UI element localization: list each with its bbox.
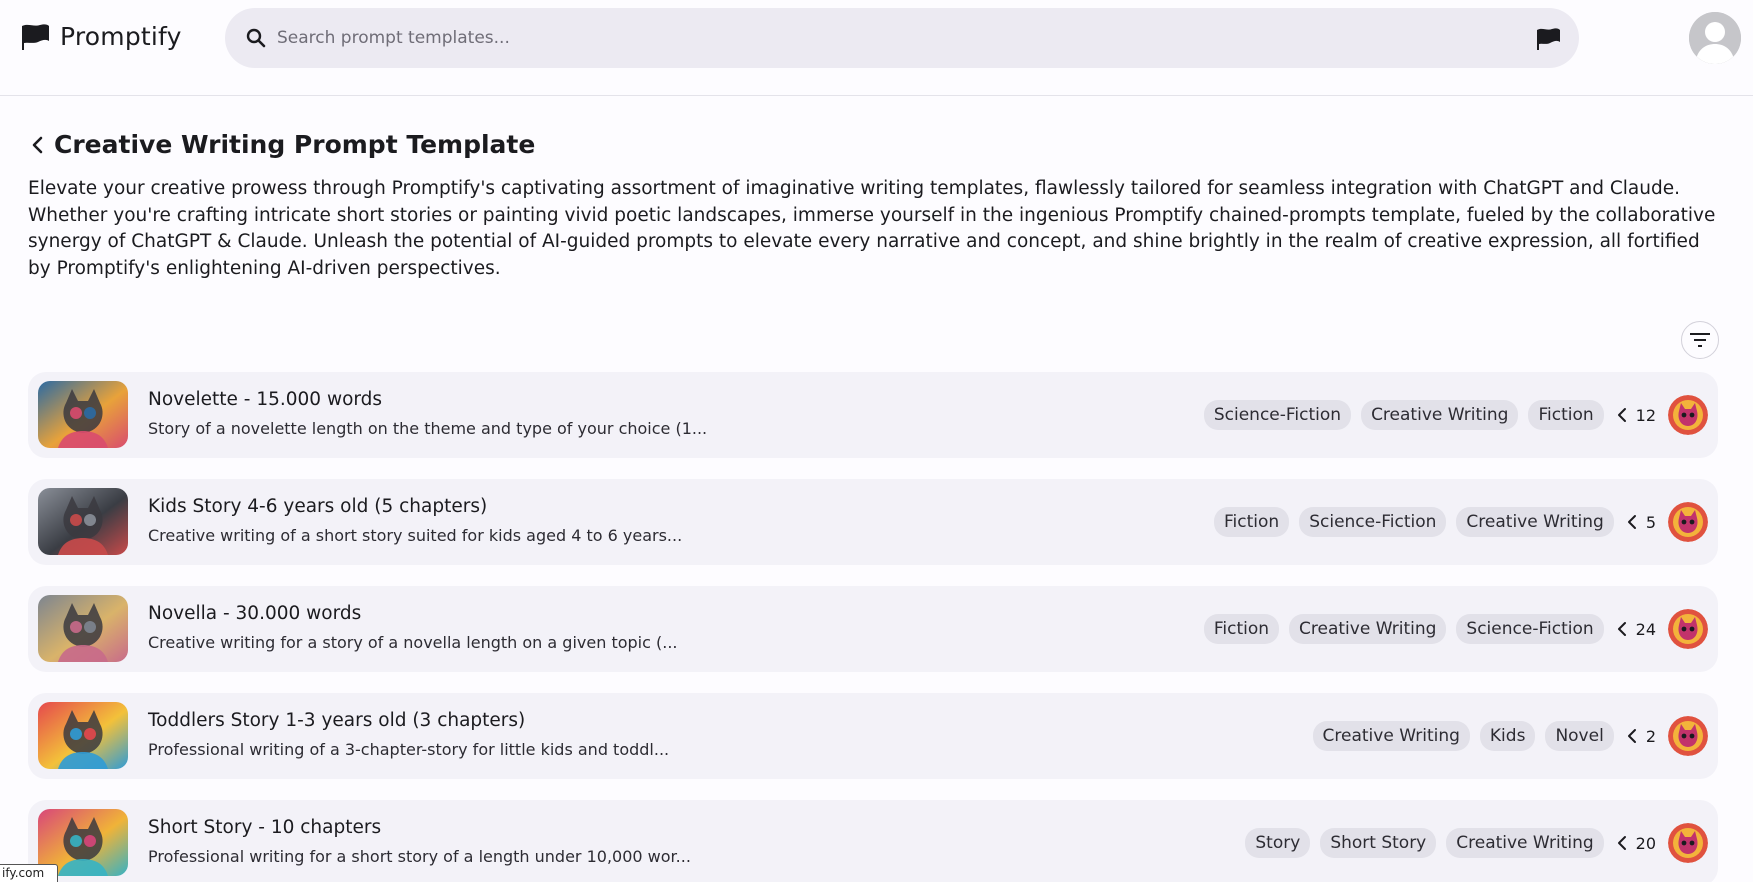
template-card[interactable]: Short Story - 10 chapters Professional w… [28, 800, 1718, 882]
page-title: Creative Writing Prompt Template [54, 130, 536, 159]
count-value: 24 [1635, 619, 1656, 639]
template-description: Creative writing for a story of a novell… [148, 633, 678, 652]
template-meta: Science-Fiction Creative Writing Fiction 1… [1203, 372, 1708, 458]
promptify-flag-icon[interactable] [1535, 27, 1561, 51]
template-description: Professional writing for a short story o… [148, 847, 691, 866]
count-value: 5 [1645, 512, 1656, 532]
chevron-left-icon[interactable] [28, 133, 48, 157]
cat-portrait-icon [38, 381, 128, 448]
tag-chip[interactable]: Fiction [1214, 507, 1290, 537]
template-meta: Creative Writing Kids Novel 2 [1312, 693, 1708, 779]
top-header: Promptify [0, 0, 1753, 96]
connections-count: 24 [1616, 620, 1656, 639]
promptify-logo-icon [22, 23, 49, 50]
template-title[interactable]: Novelette - 15.000 words [148, 389, 382, 410]
template-card[interactable]: Kids Story 4-6 years old (5 chapters) Cr… [28, 479, 1718, 565]
default-user-icon [1689, 12, 1741, 64]
connections-count: 12 [1616, 406, 1656, 425]
tag-chip[interactable]: Creative Writing [1456, 507, 1614, 537]
chevron-left-icon [1627, 515, 1636, 529]
tag-chip[interactable]: Science-Fiction [1456, 614, 1604, 644]
template-thumbnail [38, 381, 128, 448]
cat-portrait-icon [38, 702, 128, 769]
cat-portrait-icon [38, 595, 128, 662]
template-title[interactable]: Novella - 30.000 words [148, 603, 361, 624]
tag-chip[interactable]: Kids [1479, 721, 1536, 751]
status-url: ify.com [0, 864, 58, 882]
author-cat-icon [1668, 502, 1708, 542]
search-icon [246, 28, 266, 48]
author-avatar[interactable] [1668, 502, 1708, 542]
count-value: 20 [1635, 833, 1656, 853]
connections-count: 2 [1626, 727, 1656, 746]
tag-chip[interactable]: Novel [1545, 721, 1614, 751]
tag-chip[interactable]: Story [1245, 828, 1311, 858]
tag-chip[interactable]: Fiction [1528, 400, 1604, 430]
author-avatar[interactable] [1668, 823, 1708, 863]
template-meta: Fiction Creative Writing Science-Fiction 2… [1203, 586, 1708, 672]
tag-chip[interactable]: Creative Writing [1446, 828, 1604, 858]
author-avatar[interactable] [1668, 716, 1708, 756]
app-logo[interactable]: Promptify [20, 22, 182, 51]
chevron-left-icon [1617, 622, 1626, 636]
tag-chip[interactable]: Fiction [1203, 614, 1280, 644]
tag-chip[interactable]: Science-Fiction [1299, 507, 1447, 537]
author-avatar[interactable] [1668, 609, 1708, 649]
tag-chip[interactable]: Creative Writing [1312, 721, 1470, 751]
template-description: Story of a novelette length on the theme… [148, 419, 708, 438]
template-thumbnail [38, 702, 128, 769]
author-cat-icon [1668, 823, 1708, 863]
template-thumbnail [38, 488, 128, 555]
tag-chip[interactable]: Creative Writing [1361, 400, 1519, 430]
tag-chip[interactable]: Short Story [1320, 828, 1437, 858]
search-bar[interactable] [225, 8, 1579, 68]
template-description: Creative writing of a short story suited… [148, 526, 683, 545]
connections-count: 5 [1626, 513, 1656, 532]
template-description: Professional writing of a 3-chapter-stor… [148, 740, 670, 759]
template-title[interactable]: Kids Story 4-6 years old (5 chapters) [148, 496, 487, 517]
user-avatar[interactable] [1689, 12, 1741, 64]
filter-button[interactable] [1681, 321, 1719, 359]
author-cat-icon [1668, 609, 1708, 649]
template-thumbnail [38, 595, 128, 662]
search-input[interactable] [277, 20, 1477, 56]
template-card[interactable]: Novelette - 15.000 words Story of a nove… [28, 372, 1718, 458]
chevron-left-icon [1627, 729, 1636, 743]
filter-icon [1690, 333, 1710, 347]
count-value: 12 [1635, 405, 1656, 425]
template-title[interactable]: Short Story - 10 chapters [148, 817, 381, 838]
template-card[interactable]: Novella - 30.000 words Creative writing … [28, 586, 1718, 672]
template-meta: Story Short Story Creative Writing 20 [1245, 800, 1708, 882]
connections-count: 20 [1616, 834, 1656, 853]
template-meta: Fiction Science-Fiction Creative Writing 5 [1214, 479, 1708, 565]
author-cat-icon [1668, 716, 1708, 756]
page-heading: Creative Writing Prompt Template [28, 130, 535, 159]
cat-portrait-icon [38, 488, 128, 555]
page-description: Elevate your creative prowess through Pr… [28, 178, 1716, 279]
app-name: Promptify [60, 22, 182, 51]
author-cat-icon [1668, 395, 1708, 435]
count-value: 2 [1645, 726, 1656, 746]
chevron-left-icon [1617, 836, 1626, 850]
tag-chip[interactable]: Science-Fiction [1203, 400, 1352, 430]
template-title[interactable]: Toddlers Story 1-3 years old (3 chapters… [148, 710, 525, 731]
chevron-left-icon [1617, 408, 1626, 422]
author-avatar[interactable] [1668, 395, 1708, 435]
tag-chip[interactable]: Creative Writing [1289, 614, 1447, 644]
template-card[interactable]: Toddlers Story 1-3 years old (3 chapters… [28, 693, 1718, 779]
